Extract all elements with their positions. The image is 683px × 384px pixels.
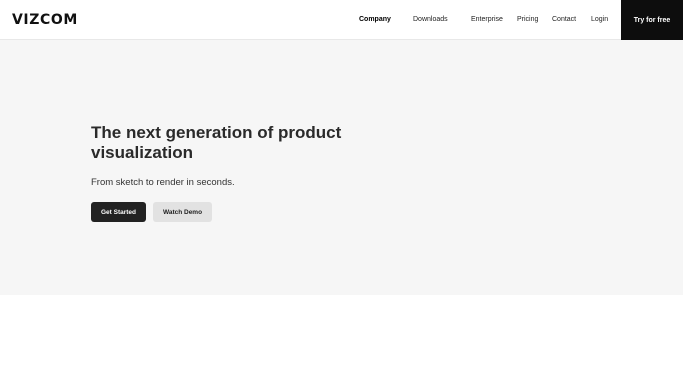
get-started-button[interactable]: Get Started bbox=[91, 202, 146, 222]
top-navbar: VIZCOM Company Downloads Enterprise Pric… bbox=[0, 0, 683, 40]
nav-link-contact[interactable]: Contact bbox=[552, 15, 576, 25]
nav-link-login[interactable]: Login bbox=[591, 15, 608, 25]
nav-link-company[interactable]: Company bbox=[359, 15, 391, 25]
nav-link-enterprise[interactable]: Enterprise bbox=[471, 15, 503, 25]
watch-demo-button[interactable]: Watch Demo bbox=[153, 202, 212, 222]
vizcom-logo[interactable]: VIZCOM bbox=[12, 12, 78, 28]
nav-link-downloads[interactable]: Downloads bbox=[413, 15, 448, 25]
hero-title: The next generation of product visualiza… bbox=[91, 123, 342, 162]
try-for-free-button[interactable]: Try for free bbox=[621, 0, 683, 40]
lower-section bbox=[0, 295, 683, 384]
nav-link-pricing[interactable]: Pricing bbox=[517, 15, 538, 25]
hero-section: The next generation of product visualiza… bbox=[0, 40, 683, 295]
hero-subtitle: From sketch to render in seconds. bbox=[91, 177, 235, 188]
